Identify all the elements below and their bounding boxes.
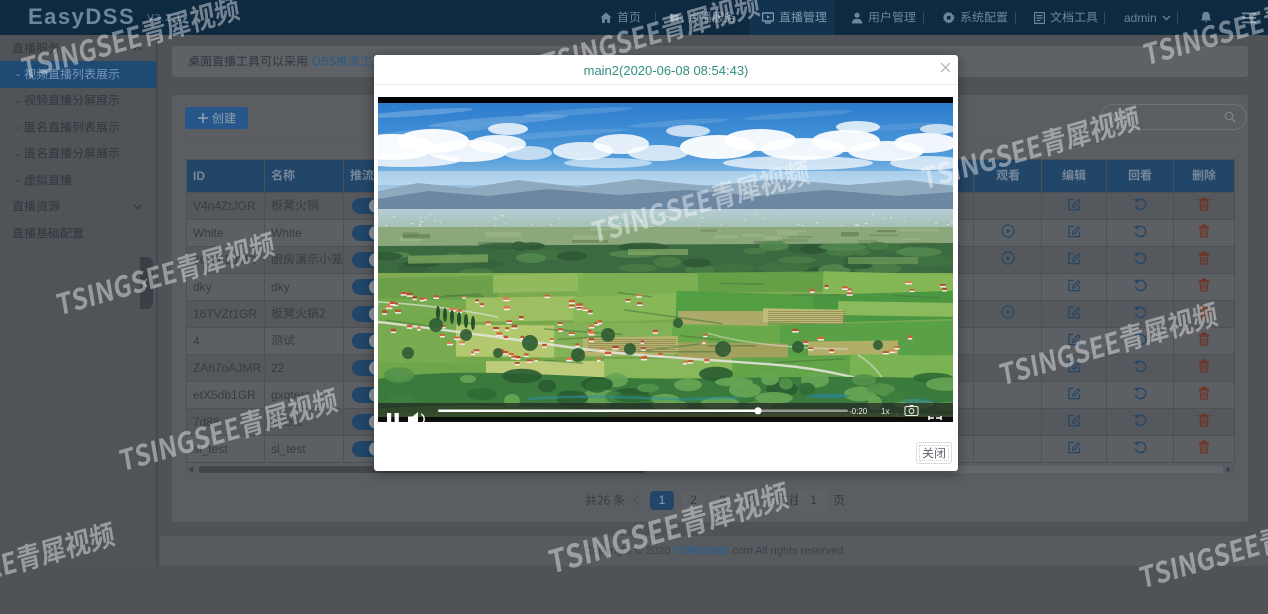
svg-text:1x: 1x bbox=[881, 407, 889, 416]
svg-text:-0:20: -0:20 bbox=[849, 407, 868, 416]
